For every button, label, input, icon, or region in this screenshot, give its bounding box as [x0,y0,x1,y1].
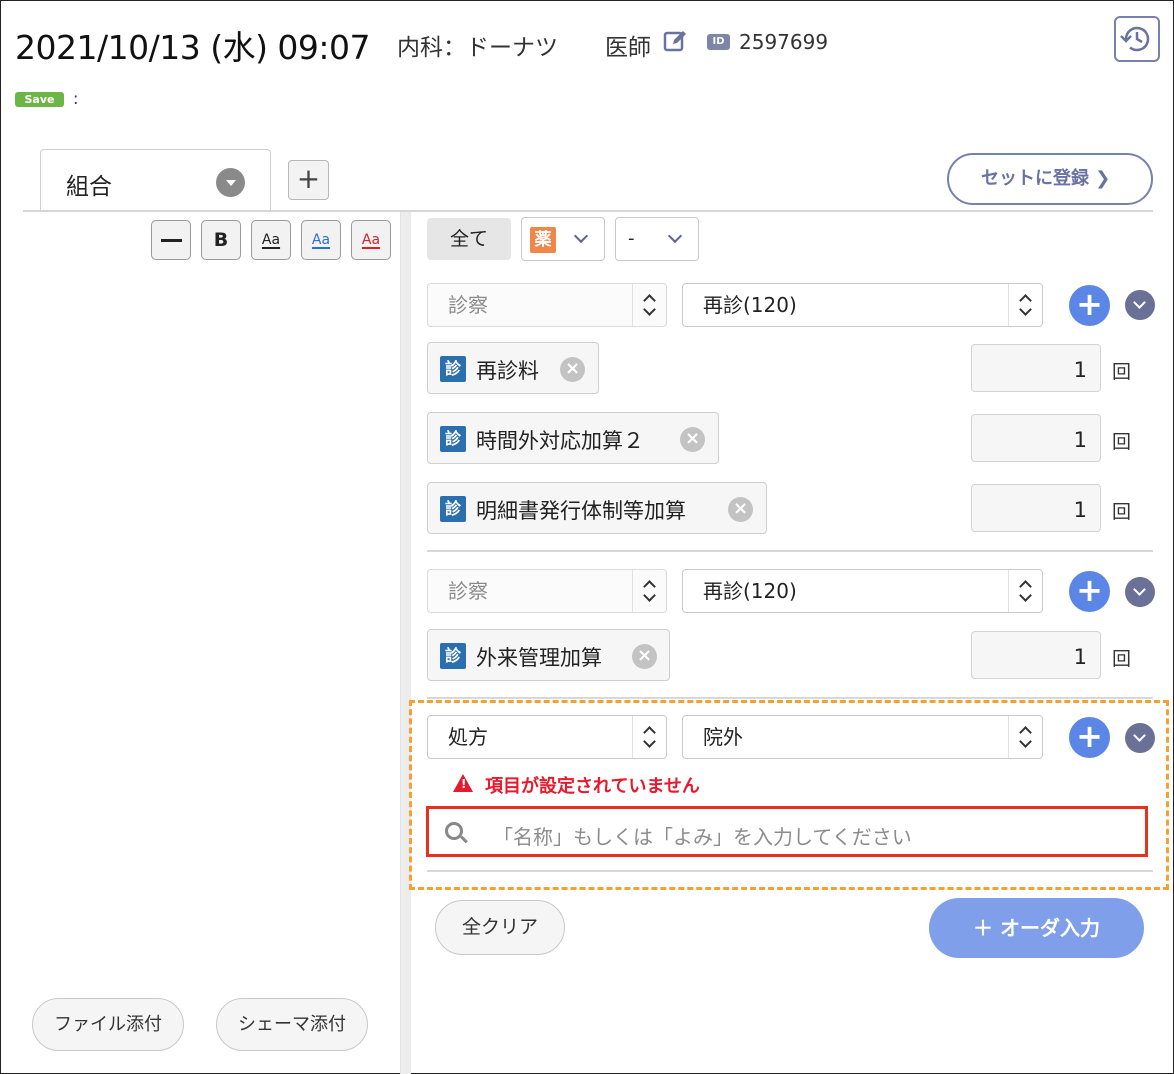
bold-button[interactable]: B [201,220,241,260]
filter-all-button[interactable]: 全て [427,218,511,260]
register-set-button[interactable]: セットに登録 ❯ [947,153,1153,205]
expand-group-button[interactable] [1125,577,1155,607]
search-placeholder: 「名称」もしくは「よみ」を入力してください [493,825,912,849]
quantity-unit: 回 [1112,501,1132,523]
order-type-value: 再診(120) [703,579,797,603]
order-type-select[interactable]: 再診(120) [682,569,1043,613]
save-status-mark: : [73,89,79,108]
chevron-down-icon [573,228,589,244]
group-separator [427,697,1153,699]
add-item-button[interactable]: + [1069,717,1110,758]
exam-icon: 診 [440,356,466,382]
chevron-down-icon [667,228,683,244]
expand-group-button[interactable] [1125,290,1155,320]
remove-item-icon[interactable]: × [632,644,657,669]
exam-icon: 診 [440,496,466,522]
file-attach-button[interactable]: ファイル添付 [32,998,184,1051]
prescription-category-value: 処方 [448,725,488,749]
exam-icon: 診 [440,643,466,669]
quantity-input[interactable]: 1 [971,631,1101,679]
visit-datetime: 2021/10/13 (水) 09:07 [15,28,371,67]
order-item-chip: 診 再診料 × [427,342,599,394]
prescription-category-select[interactable]: 処方 [427,715,667,759]
sub-filter-select[interactable]: - [615,217,699,261]
add-item-button[interactable]: + [1069,285,1110,326]
validation-warning: 項目が設定されていません [485,776,700,797]
text-color-red-button[interactable]: Aa [351,220,391,260]
sub-filter-value: - [628,228,635,249]
exam-icon: 診 [440,426,466,452]
save-badge: Save [15,92,64,107]
history-icon [1120,26,1150,52]
order-category-value: 診察 [448,293,488,317]
text-color-black-button[interactable]: Aa [251,220,291,260]
select-updown-icon [632,284,666,326]
group-separator [427,870,1153,872]
select-updown-icon [632,570,666,612]
history-button[interactable] [1114,16,1160,62]
order-item-chip: 診 外来管理加算 × [427,629,670,681]
quantity-input[interactable]: 1 [971,344,1101,392]
group-separator [427,550,1153,552]
quantity-input[interactable]: 1 [971,484,1101,532]
tab-dropdown-icon[interactable] [216,168,245,197]
horizontal-rule-button[interactable] [151,220,191,260]
order-type-value: 再診(120) [703,293,797,317]
order-item-label: 再診料 [476,359,539,383]
order-item-chip: 診 時間外対応加算２ × [427,412,719,464]
order-item-label: 明細書発行体制等加算 [476,499,686,523]
window-frame: 2021/10/13 (水) 09:07 内科：ドーナツ 医師 ID 25976… [0,0,1174,1074]
order-type-select[interactable]: 再診(120) [682,283,1043,327]
role-label: 医師 [605,35,651,61]
add-tab-button[interactable]: + [288,160,329,200]
prescription-type-value: 院外 [703,725,743,749]
tab-underline [23,210,1153,212]
order-input-button[interactable]: ＋ オーダ入力 [929,898,1144,958]
tab-combination[interactable]: 組合 [40,149,271,211]
order-item-label: 外来管理加算 [476,646,602,670]
select-updown-icon [632,716,666,758]
expand-group-button[interactable] [1125,723,1155,753]
edit-icon[interactable] [663,29,687,53]
search-icon [445,822,463,840]
remove-item-icon[interactable]: × [560,357,585,382]
medicine-category-icon: 薬 [530,227,556,253]
order-category-value: 診察 [448,579,488,603]
clear-all-button[interactable]: 全クリア [435,900,565,955]
order-item-chip: 診 明細書発行体制等加算 × [427,482,767,534]
id-badge: ID [707,34,730,50]
warning-icon [453,774,473,792]
text-color-blue-button[interactable]: Aa [301,220,341,260]
prescription-type-select[interactable]: 院外 [682,715,1043,759]
select-updown-icon [1008,284,1042,326]
department-label: 内科：ドーナツ [397,35,558,61]
quantity-unit: 回 [1112,361,1132,383]
select-updown-icon [1008,570,1042,612]
item-search-input[interactable]: 「名称」もしくは「よみ」を入力してください [426,806,1148,857]
pane-divider[interactable] [400,212,411,1074]
order-category-select[interactable]: 診察 [427,283,667,327]
add-item-button[interactable]: + [1069,571,1110,612]
schema-attach-button[interactable]: シェーマ添付 [216,998,368,1051]
patient-id: 2597699 [739,30,829,54]
quantity-unit: 回 [1112,431,1132,453]
category-filter-select[interactable]: 薬 [521,217,605,261]
order-category-select[interactable]: 診察 [427,569,667,613]
quantity-unit: 回 [1112,648,1132,670]
remove-item-icon[interactable]: × [728,497,753,522]
select-updown-icon [1008,716,1042,758]
tab-label: 組合 [66,174,112,200]
quantity-input[interactable]: 1 [971,414,1101,462]
remove-item-icon[interactable]: × [680,427,705,452]
order-item-label: 時間外対応加算２ [476,429,644,453]
